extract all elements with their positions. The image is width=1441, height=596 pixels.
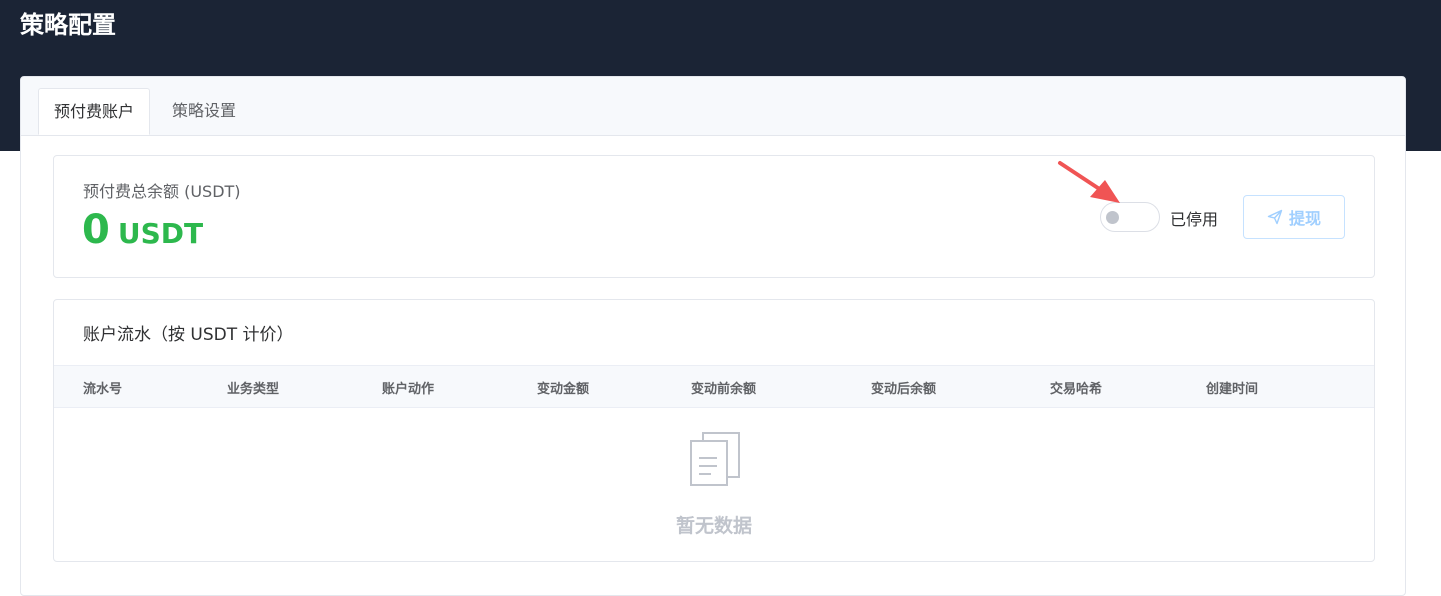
table-header: 流水号 业务类型 账户动作 变动金额 变动前余额 变动后余额 交易哈希 创建时间	[54, 365, 1374, 408]
ledger-title: 账户流水（按 USDT 计价）	[83, 325, 294, 345]
tab-prepaid-account[interactable]: 预付费账户	[38, 88, 151, 135]
send-icon	[1267, 209, 1283, 225]
page-title: 策略配置	[20, 11, 116, 39]
balance-label: 预付费总余额 (USDT)	[83, 182, 241, 201]
toggle-status-label: 已停用	[1170, 210, 1219, 229]
tab-strategy-settings[interactable]: 策略设置	[157, 88, 251, 135]
ledger-card: 账户流水（按 USDT 计价） 流水号 业务类型 账户动作 变动金额 变动前余额…	[53, 299, 1375, 562]
column-header-serial[interactable]: 流水号	[83, 378, 122, 397]
tab-bar: 预付费账户 策略设置	[21, 77, 1405, 136]
column-header-account-action[interactable]: 账户动作	[382, 378, 434, 397]
balance-card: 预付费总余额 (USDT) 0 USDT 已停用 提现	[53, 155, 1375, 278]
balance-value: 0 USDT	[82, 204, 203, 256]
main-card: 预付费账户 策略设置 预付费总余额 (USDT) 0 USDT 已停用 提现 账户…	[20, 76, 1406, 596]
withdraw-label: 提现	[1288, 209, 1321, 228]
empty-document-icon	[690, 432, 740, 486]
column-header-business-type[interactable]: 业务类型	[227, 378, 279, 397]
column-header-change-amount[interactable]: 变动金额	[537, 378, 589, 397]
column-header-balance-before[interactable]: 变动前余额	[691, 378, 756, 397]
balance-amount: 0	[82, 207, 110, 253]
column-header-created-time[interactable]: 创建时间	[1206, 378, 1258, 397]
withdraw-button[interactable]: 提现	[1243, 195, 1345, 239]
column-header-tx-hash[interactable]: 交易哈希	[1050, 378, 1102, 397]
balance-unit: USDT	[117, 217, 204, 250]
enable-toggle[interactable]	[1100, 202, 1160, 232]
toggle-knob	[1106, 211, 1119, 224]
empty-state-text: 暂无数据	[675, 515, 752, 537]
column-header-balance-after[interactable]: 变动后余额	[871, 378, 936, 397]
